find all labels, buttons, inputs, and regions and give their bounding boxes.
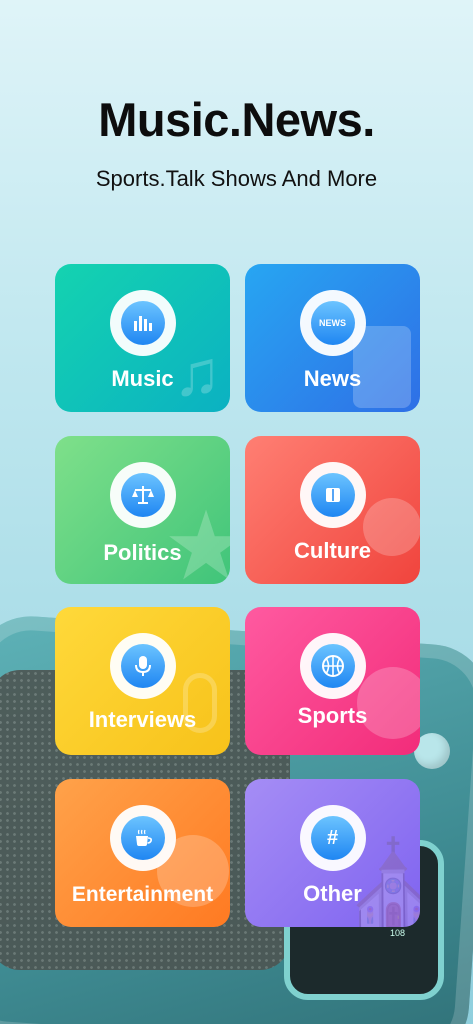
category-label: Culture <box>294 538 371 563</box>
icon-badge: NEWS <box>299 290 366 356</box>
category-label: Sports <box>297 703 368 728</box>
basketball-icon <box>310 644 355 688</box>
news-icon: NEWS <box>310 301 355 345</box>
category-tile-entertainment[interactable]: Entertainment <box>55 779 230 927</box>
category-tile-other[interactable]: ⛪ # Other <box>245 779 420 927</box>
scales-icon <box>120 473 165 517</box>
category-label: Interviews <box>88 707 197 732</box>
category-label: Music <box>111 366 174 391</box>
category-tile-news[interactable]: NEWS News <box>245 264 420 412</box>
category-tile-politics[interactable]: ★ Politics <box>55 436 230 584</box>
category-label: News <box>303 366 362 391</box>
icon-badge <box>109 462 176 528</box>
icon-badge <box>109 805 176 871</box>
category-tile-culture[interactable]: Culture <box>245 436 420 584</box>
page-subtitle: Sports.Talk Shows And More <box>95 166 378 191</box>
page-title: Music.News. <box>98 93 375 146</box>
equalizer-icon <box>120 301 165 345</box>
coffee-cup-icon <box>120 816 165 860</box>
icon-badge <box>109 633 176 699</box>
category-tile-interviews[interactable]: Interviews <box>55 607 230 755</box>
microphone-icon <box>120 644 165 688</box>
category-tile-sports[interactable]: Sports <box>245 607 420 755</box>
dial-number: 108 <box>390 928 406 938</box>
icon-badge <box>299 633 366 699</box>
icon-badge <box>109 290 176 356</box>
category-label: Entertainment <box>71 883 214 906</box>
icon-badge: # <box>299 805 366 871</box>
icon-badge <box>299 462 366 528</box>
book-icon <box>310 473 355 517</box>
category-label: Other <box>303 881 362 906</box>
hashtag-icon: # <box>310 816 355 860</box>
category-label: Politics <box>103 540 182 565</box>
category-tile-music[interactable]: ♫ Music <box>55 264 230 412</box>
